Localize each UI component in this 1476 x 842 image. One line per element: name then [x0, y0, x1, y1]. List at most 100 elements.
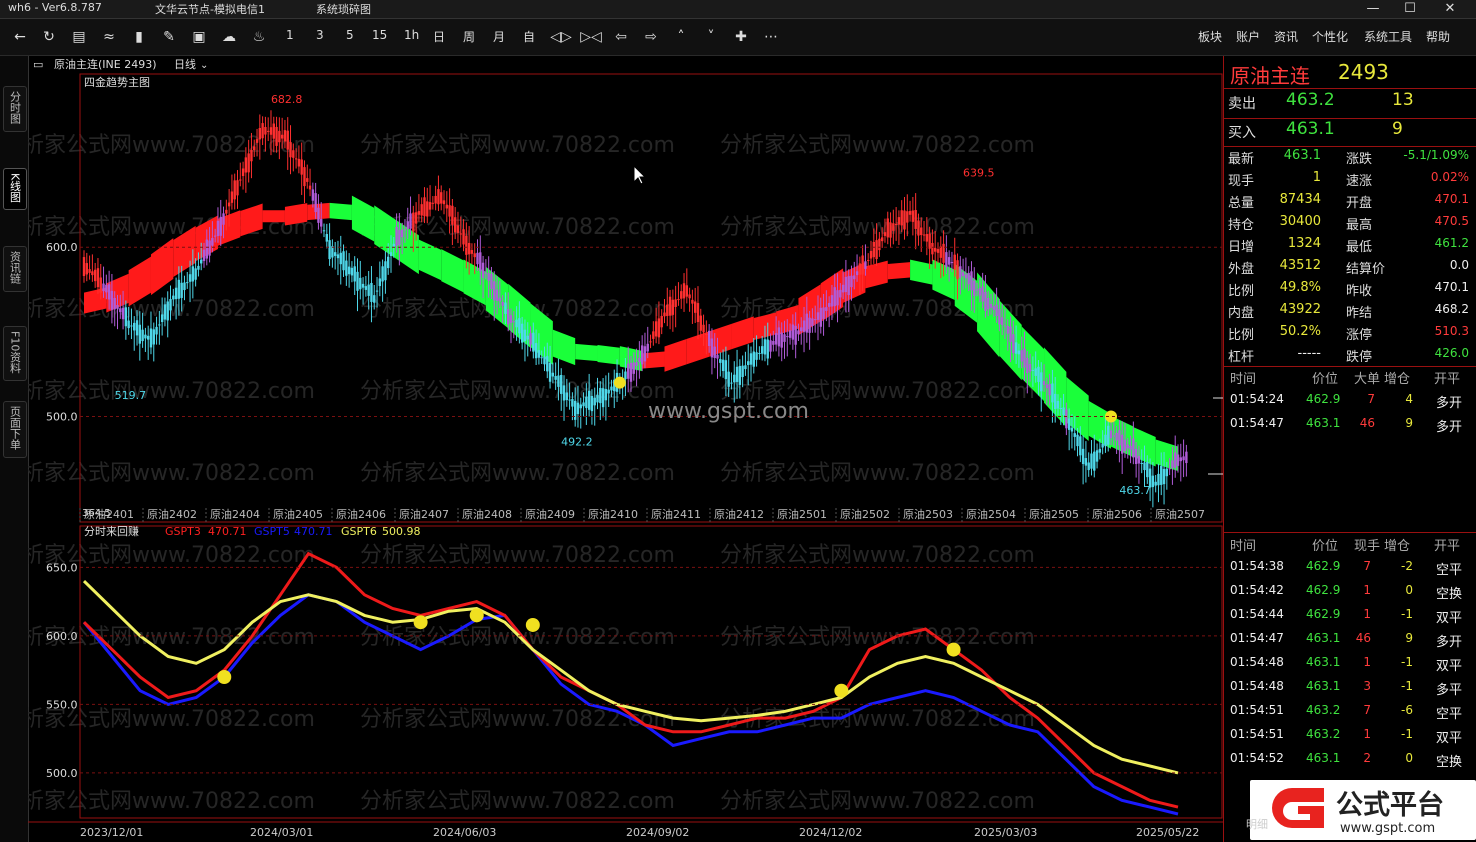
chevron-up-icon[interactable]: ˄	[670, 27, 692, 47]
candle-body	[490, 273, 493, 289]
menu-help[interactable]: 帮助	[1426, 28, 1450, 45]
candle-body	[345, 260, 348, 276]
back-icon[interactable]: ←	[9, 27, 31, 47]
tab-timeshare[interactable]: 分时图	[3, 86, 27, 132]
period-month[interactable]: 月	[493, 28, 505, 45]
trade-type: 多开	[1436, 635, 1463, 650]
candle-body	[1051, 383, 1054, 403]
candle-body	[99, 277, 102, 293]
candle-body	[920, 227, 923, 236]
tab-news-chain[interactable]: 资讯链	[3, 246, 27, 292]
main-indicator-name[interactable]: 四金趋势主图	[84, 75, 150, 89]
candle-body	[445, 204, 449, 209]
candle-body	[253, 146, 256, 151]
close-button[interactable]: ✕	[1432, 0, 1468, 18]
trade-row[interactable]: 01:54:51 463.2 1 -1 双平	[1226, 727, 1475, 749]
menu-news[interactable]: 资讯	[1274, 28, 1298, 45]
shrink-icon[interactable]: ◁▷	[550, 27, 572, 47]
candle-body	[925, 234, 929, 242]
ask-price: 463.2	[1286, 90, 1335, 110]
chevron-down-icon[interactable]: ˅	[700, 27, 722, 47]
arrow-left-icon[interactable]: ⇦	[610, 27, 632, 47]
candle-body	[283, 130, 287, 142]
candle-body	[465, 235, 468, 255]
menu-sector[interactable]: 板块	[1198, 28, 1222, 45]
period-selector[interactable]: 日线	[174, 57, 196, 71]
tab-f10[interactable]: F10资料	[3, 326, 27, 382]
trade-price: 462.9	[1306, 583, 1341, 597]
trade-row[interactable]: 01:54:52 463.1 2 0 空换	[1226, 751, 1475, 773]
period-15[interactable]: 15	[372, 28, 387, 42]
panel-icon[interactable]: ▣	[188, 27, 210, 47]
candle-body	[211, 238, 214, 246]
maximize-button[interactable]: ☐	[1392, 0, 1428, 18]
candle-body	[839, 289, 842, 298]
legend-gspt6-value: 500.98	[382, 525, 421, 538]
candles-icon[interactable]: ▮	[128, 27, 150, 47]
stat-label: 速涨	[1346, 174, 1373, 189]
stat-value: -5.1/1.09%	[1403, 148, 1469, 162]
trade-row[interactable]: 01:54:44 462.9 1 -1 双平	[1226, 607, 1475, 629]
candle-body	[1179, 457, 1182, 462]
quote-row: 持仓 30400 最高 470.5	[1226, 214, 1475, 236]
watermark-text: 分析家公式网www.70822.com	[720, 461, 1035, 486]
candle-body	[777, 327, 781, 347]
detail-tab[interactable]: 明细	[1246, 816, 1268, 832]
draw-icon[interactable]: ✎	[158, 27, 180, 47]
candle-body	[526, 335, 529, 340]
expand-icon[interactable]: ▷◁	[580, 27, 602, 47]
ask-row[interactable]: 卖出 463.2 13	[1226, 90, 1475, 118]
period-week[interactable]: 周	[463, 28, 475, 45]
candle-body	[805, 313, 809, 333]
period-1[interactable]: 1	[286, 28, 294, 42]
arrow-right-icon[interactable]: ⇨	[640, 27, 662, 47]
crosshair-icon[interactable]: ✚	[730, 27, 752, 47]
bid-row[interactable]: 买入 463.1 9	[1226, 119, 1475, 147]
list-icon[interactable]: ▤	[68, 27, 90, 47]
refresh-icon[interactable]: ↻	[38, 27, 60, 47]
tab-kline[interactable]: K线图	[3, 168, 27, 211]
candle-body	[897, 217, 901, 225]
kline-chart[interactable]: 分析家公式网www.70822.com 分析家公式网www.70822.com 分析…	[28, 56, 1223, 842]
menu-system-tools[interactable]: 系统工具	[1364, 28, 1412, 45]
trade-time: 01:54:48	[1230, 655, 1284, 669]
symbol-label[interactable]: 原油主连(INE 2493)	[54, 57, 157, 71]
trade-row[interactable]: 01:54:24 462.9 7 4 多开	[1226, 392, 1475, 414]
period-chevron-icon[interactable]: ⌄	[200, 60, 208, 71]
trade-row[interactable]: 01:54:47 463.1 46 9 多开	[1226, 631, 1475, 653]
sub-indicator-name[interactable]: 分时来回赚	[84, 524, 139, 538]
line-chart-icon[interactable]: ≈	[98, 27, 120, 47]
menu-personalize[interactable]: 个性化	[1312, 28, 1348, 45]
candle-body	[400, 229, 404, 238]
candle-body	[721, 359, 725, 372]
cloud-icon[interactable]: ☁	[218, 27, 240, 47]
minimize-button[interactable]: —	[1355, 0, 1391, 18]
trade-row[interactable]: 01:54:42 462.9 1 0 空换	[1226, 583, 1475, 605]
period-3[interactable]: 3	[316, 28, 324, 42]
tab-order[interactable]: 页面下单	[3, 401, 27, 458]
candle-body	[942, 243, 945, 263]
candle-body	[752, 351, 755, 367]
trade-row[interactable]: 01:54:48 463.1 3 -1 多平	[1226, 679, 1475, 701]
period-custom[interactable]: 自	[523, 28, 535, 45]
candle-body	[998, 309, 1001, 325]
trade-row[interactable]: 01:54:48 463.1 1 -1 双平	[1226, 655, 1475, 677]
trade-row[interactable]: 01:54:47 463.1 46 9 多开	[1226, 416, 1475, 438]
contract-label: 原油2410	[588, 507, 638, 521]
system-menu[interactable]: 系统琐碎图	[316, 1, 371, 17]
candle-body	[880, 237, 884, 242]
trade-volume: 1	[1363, 655, 1371, 669]
trade-row[interactable]: 01:54:38 462.9 7 -2 空平	[1226, 559, 1475, 581]
contract-label: 原油2506	[1092, 507, 1142, 521]
symbol-icon[interactable]: ▭	[33, 58, 43, 71]
menu-account[interactable]: 账户	[1236, 28, 1260, 45]
candle-body	[850, 275, 853, 288]
period-day[interactable]: 日	[433, 28, 445, 45]
period-5[interactable]: 5	[346, 28, 354, 42]
candle-body	[314, 193, 317, 213]
period-1h[interactable]: 1h	[404, 28, 419, 42]
more-icon[interactable]: ⋯	[760, 27, 782, 47]
trade-row[interactable]: 01:54:51 463.2 7 -6 空平	[1226, 703, 1475, 725]
bell-icon[interactable]: ♨	[248, 27, 270, 47]
candle-body	[1009, 326, 1012, 342]
